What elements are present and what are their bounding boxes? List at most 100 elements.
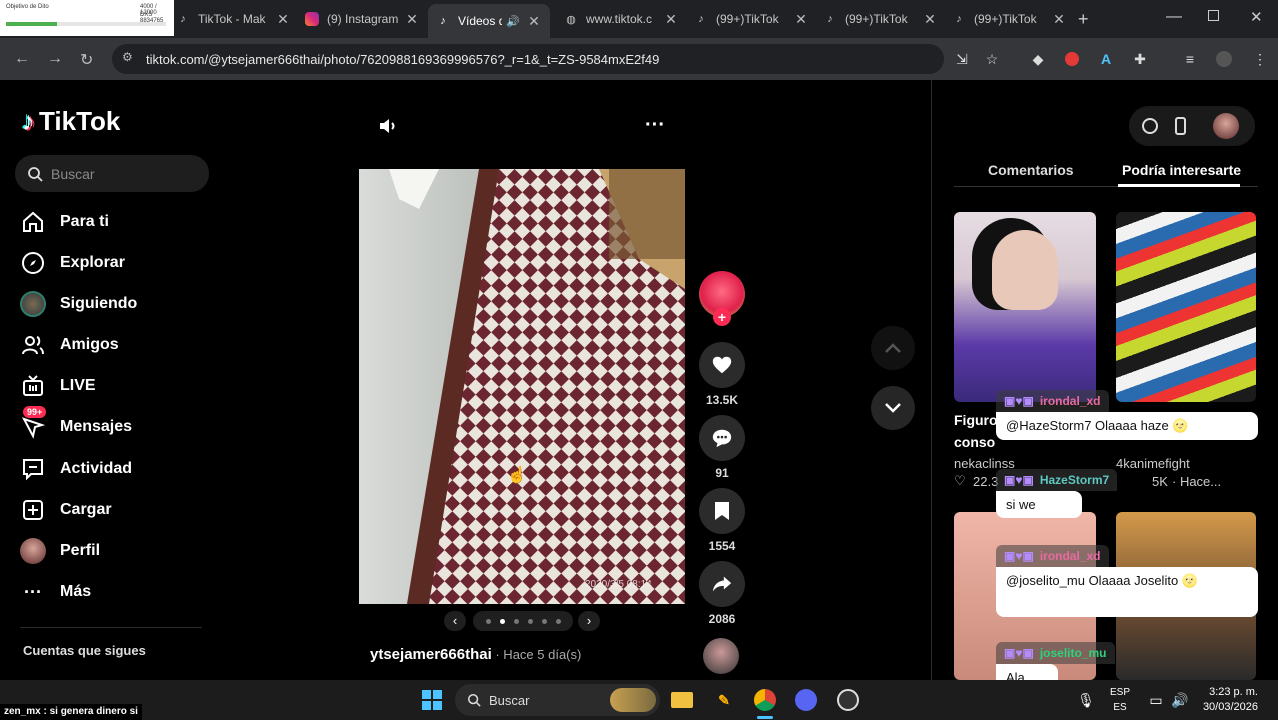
browser-tab[interactable]: ♪ (99+)TikTok ✕ (823, 6, 938, 32)
carousel-dot[interactable] (485, 618, 491, 624)
home-icon (20, 209, 46, 235)
restore-icon[interactable] (1208, 10, 1219, 21)
forward-arrow-icon[interactable]: → (47, 50, 63, 68)
heart-icon (712, 356, 732, 374)
close-icon[interactable]: ✕ (663, 11, 679, 28)
sidebar-item-mas[interactable]: ··· Más (20, 579, 91, 605)
sidebar-item-cargar[interactable]: Cargar (20, 497, 112, 523)
tab-title: (99+)TikTok (716, 12, 779, 26)
extension-translate-icon[interactable]: A (1096, 49, 1116, 69)
card-title[interactable]: conso (954, 434, 995, 450)
close-icon[interactable]: ✕ (404, 11, 420, 28)
browser-tab[interactable]: (9) Instagram ✕ (305, 6, 420, 32)
share-button[interactable] (699, 561, 745, 607)
minimize-icon[interactable]: — (1166, 8, 1182, 26)
tab-podria-interesarte[interactable]: Podría interesarte (1122, 162, 1241, 178)
carousel-dot[interactable] (513, 618, 519, 624)
extension-icon[interactable]: ◆ (1028, 49, 1048, 69)
tiktok-logo[interactable]: ♪ TikTok (22, 106, 120, 137)
user-avatar[interactable] (1213, 113, 1239, 139)
sidebar-item-mensajes[interactable]: 99+ Mensajes (20, 406, 132, 440)
carousel-dot[interactable] (541, 618, 547, 624)
reload-icon[interactable]: ↻ (80, 50, 93, 70)
sidebar-item-explorar[interactable]: Explorar (20, 250, 125, 276)
microphone-icon[interactable]: 🎙 (1072, 686, 1100, 714)
menu-kebab-icon[interactable]: ⋮ (1250, 49, 1270, 69)
back-arrow-icon[interactable]: ← (14, 50, 30, 68)
recommended-video-thumbnail[interactable] (1116, 212, 1256, 402)
clock[interactable]: 3:23 p. m. 30/03/2026 (1198, 685, 1258, 715)
browser-tab[interactable]: ♪ TikTok - Mak ✕ (176, 6, 291, 32)
editor-app-icon[interactable]: ✎ (710, 686, 738, 714)
post-meta: ytsejamer666thai · Hace 5 día(s) (370, 646, 581, 663)
close-icon[interactable]: ✕ (922, 11, 938, 28)
obs-icon[interactable] (834, 686, 862, 714)
extension-record-icon[interactable] (1062, 49, 1082, 69)
carousel-next-button[interactable]: › (578, 611, 600, 631)
tab-comentarios[interactable]: Comentarios (988, 162, 1074, 178)
card-author[interactable]: 4kanimefight (1116, 456, 1190, 471)
card-title[interactable]: Figuro (954, 412, 998, 428)
save-button[interactable] (699, 488, 745, 534)
browser-tab[interactable]: ♪ (99+)TikTok ✕ (952, 6, 1067, 32)
volume-icon[interactable]: 🔊 (1166, 686, 1194, 714)
close-icon[interactable]: ✕ (793, 11, 809, 28)
next-post-button[interactable] (871, 386, 915, 430)
author-name[interactable]: ytsejamer666thai (370, 646, 492, 663)
profile-avatar-icon[interactable] (1214, 49, 1234, 69)
carousel-prev-button[interactable]: ‹ (444, 611, 466, 631)
previous-post-button[interactable] (871, 326, 915, 370)
taskbar-search-input[interactable]: Buscar (455, 684, 660, 716)
close-icon[interactable]: ✕ (275, 11, 291, 28)
recommended-video-thumbnail[interactable] (954, 212, 1096, 402)
file-explorer-icon[interactable] (668, 686, 696, 714)
save-count: 1554 (708, 539, 736, 553)
install-app-icon[interactable]: ⇲ (952, 49, 972, 69)
sidebar-item-label: Cargar (60, 501, 112, 518)
start-windows-icon[interactable] (418, 686, 446, 714)
close-icon[interactable]: ✕ (1051, 11, 1067, 28)
language-code: ESP (1110, 687, 1131, 698)
browser-tab[interactable]: ◍ www.tiktok.c ✕ (564, 6, 679, 32)
sidebar-item-amigos[interactable]: Amigos (20, 332, 119, 358)
browser-tab-bar: Objetivo de Dito 4000 / 12000 DXS 883476… (0, 0, 1278, 38)
music-disc-avatar[interactable] (703, 638, 739, 674)
sidebar-item-live[interactable]: LIVE (20, 373, 96, 399)
carousel-dot[interactable] (555, 618, 561, 624)
tiktok-icon: ♪ (698, 13, 704, 25)
explore-icon[interactable] (1142, 118, 1158, 134)
carousel-dot-active[interactable] (499, 618, 505, 624)
address-bar[interactable]: ⚙ tiktok.com/@ytsejamer666thai/photo/762… (112, 44, 944, 74)
extensions-puzzle-icon[interactable]: ✚ (1130, 49, 1150, 69)
close-icon[interactable]: ✕ (526, 13, 542, 30)
tiktok-icon: ♪ (440, 15, 446, 27)
sidebar-item-actividad[interactable]: Actividad (20, 456, 132, 482)
post-photo[interactable]: 2020/3/5 08:14 ☝ (359, 169, 685, 604)
comment-button[interactable] (699, 415, 745, 461)
follow-plus-button[interactable]: + (713, 308, 731, 326)
browser-tab[interactable]: ♪ (99+)TikTok ✕ (694, 6, 809, 32)
carousel-dot[interactable] (527, 618, 533, 624)
tiktok-icon: ♪ (956, 13, 962, 25)
more-options-icon[interactable]: ··· (645, 114, 665, 137)
chat-header: ▣♥▣ irondal_xd (996, 390, 1109, 412)
browser-tab-active[interactable]: ♪ Vídeos d 🔊 ✕ (428, 4, 550, 38)
tab-title: www.tiktok.c (586, 12, 653, 26)
close-window-icon[interactable]: ✕ (1250, 8, 1263, 26)
sidebar-item-para-ti[interactable]: Para ti (20, 209, 109, 235)
new-tab-button[interactable]: + (1078, 9, 1089, 30)
like-button[interactable] (699, 342, 745, 388)
language-indicator[interactable]: ESP ES (1110, 685, 1130, 715)
speaker-icon[interactable]: 🔊 (506, 15, 520, 28)
mouse-cursor-icon: ☝ (507, 467, 527, 484)
device-phone-icon[interactable] (1175, 117, 1186, 135)
media-controls-icon[interactable]: ≡ (1180, 49, 1200, 69)
discord-icon[interactable] (792, 686, 820, 714)
chrome-icon[interactable] (751, 686, 779, 714)
site-settings-icon[interactable]: ⚙ (122, 50, 133, 64)
search-input[interactable]: Buscar (15, 155, 209, 192)
volume-icon[interactable] (378, 116, 398, 141)
sidebar-item-siguiendo[interactable]: Siguiendo (20, 291, 137, 317)
sidebar-item-perfil[interactable]: Perfil (20, 538, 100, 564)
bookmark-star-icon[interactable]: ☆ (982, 49, 1002, 69)
